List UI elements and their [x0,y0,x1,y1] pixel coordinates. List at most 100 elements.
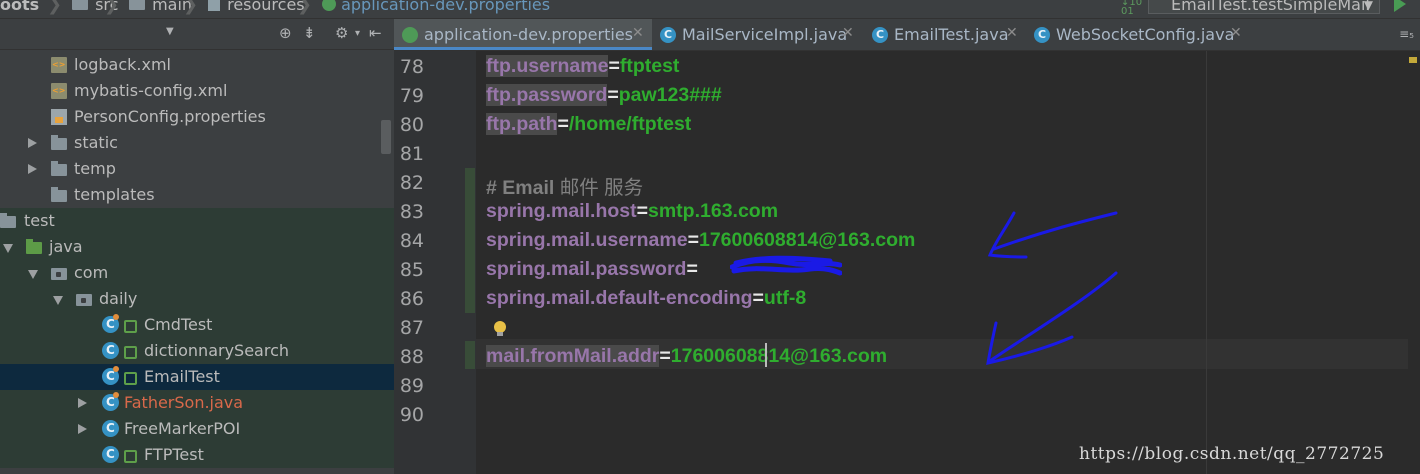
editor-tabs: application-dev.properties ✕ MailService… [394,19,1420,51]
expand-arrow-icon[interactable] [28,164,37,174]
breadcrumb-item[interactable]: oots [0,0,39,15]
text-caret [765,343,767,367]
chevron-right-icon: ❯ [297,0,313,15]
expand-arrow-icon[interactable] [28,138,37,148]
tree-item-label: com [74,263,109,282]
tree-item-label: test [24,211,55,230]
line-number: 83 [399,201,424,223]
code-line: mail.fromMail.addr=17600608814@163.com [486,345,887,368]
tab-application-dev-properties[interactable]: application-dev.properties ✕ [394,19,652,50]
property-value: ftptest [619,55,680,77]
source-folder-icon [26,239,42,254]
expand-arrow-icon[interactable] [78,424,87,434]
gear-icon[interactable]: ⚙ [335,24,348,42]
tree-item-label: PersonConfig.properties [74,107,266,126]
xml-file-icon [51,57,67,73]
tree-item[interactable]: FatherSon.java [0,390,394,416]
equals-sign: = [557,113,569,135]
tree-item-label: FreeMarkerPOI [124,419,241,438]
folder-icon [51,161,67,176]
breadcrumb-item[interactable]: ❯ application-dev.properties [297,0,550,15]
tree-item-label: temp [74,159,116,178]
tree-item[interactable]: logback.xml [0,52,394,78]
tree-item[interactable]: mybatis-config.xml [0,78,394,104]
run-icon[interactable] [1394,0,1406,12]
sort-icon[interactable]: ↓10 01 [1121,0,1142,17]
test-marker-icon [124,372,137,385]
tab-emailtest[interactable]: EmailTest.java ✕ [864,19,1026,50]
xml-file-icon [51,83,67,99]
tree-item[interactable]: com [0,260,394,286]
gear-dropdown-icon[interactable]: ▾ [355,28,360,39]
breadcrumb-item[interactable]: ❯ resources [183,0,305,15]
equals-sign: = [687,229,699,251]
hide-panel-icon[interactable]: ⇤ [369,24,382,42]
chevron-right-icon: ❯ [104,0,120,15]
warning-marker[interactable] [1409,57,1417,63]
spring-leaf-icon [402,27,418,43]
test-marker-icon [124,320,137,333]
tab-label: application-dev.properties [424,25,633,44]
close-icon[interactable]: ✕ [632,25,644,41]
expand-arrow-icon[interactable] [78,398,87,408]
equals-sign: = [607,84,619,106]
line-number: 82 [399,172,424,194]
comment: # Email [486,177,555,199]
breadcrumb-label: resources [227,0,305,14]
code-line: spring.mail.host=smtp.163.com [486,200,778,223]
tab-websocketconfig[interactable]: WebSocketConfig.java ✕ [1026,19,1246,50]
error-stripe [1408,51,1420,474]
tree-item[interactable]: templates [0,182,394,208]
code-line: # Email 邮件 服务 [486,171,643,200]
equals-sign: = [659,345,671,367]
tree-item[interactable]: CmdTest [0,312,394,338]
line-number: 78 [399,56,424,78]
code-line: spring.mail.default-encoding=utf-8 [486,287,806,310]
tree-item[interactable]: test [0,208,394,234]
property-key: mail.fromMail.addr [486,345,660,367]
property-key: spring.mail.password [486,258,687,280]
tab-mailserviceimpl[interactable]: MailServiceImpl.java ✕ [652,19,864,50]
collapse-arrow-icon[interactable] [3,244,13,253]
property-key: spring.mail.host [486,200,637,222]
tree-item[interactable]: FTPTest [0,442,394,468]
tree-item-label: EmailTest [144,367,220,386]
line-number: 79 [399,85,424,107]
lightbulb-icon[interactable] [494,321,506,336]
redaction-scribble [730,255,842,276]
tab-list-icon[interactable]: ≡₅ [1399,27,1414,41]
run-configuration-label: EmailTest.testSimpleMail [1171,0,1370,14]
collapse-arrow-icon[interactable] [53,296,63,305]
tree-item-label: logback.xml [74,55,171,74]
tree-item[interactable]: dictionnarySearch [0,338,394,364]
tab-label: WebSocketConfig.java [1056,25,1235,44]
tree-item-selected[interactable]: EmailTest [0,364,394,390]
code-line: ftp.username=ftptest [486,55,679,78]
collapse-arrow-icon[interactable] [28,270,38,279]
tree-item[interactable]: daily [0,286,394,312]
navigation-bar: oots ❯ src ❯ main ❯ resources ❯ application-… [0,0,1420,19]
chevron-down-icon[interactable]: ▼ [166,26,174,37]
comment-text: 邮件 服务 [559,177,644,199]
line-number: 80 [399,114,424,136]
close-icon[interactable]: ✕ [1230,25,1242,41]
property-value: paw123### [618,84,722,106]
close-icon[interactable]: ✕ [842,25,854,41]
tree-item[interactable]: FreeMarkerPOI [0,416,394,442]
tree-item[interactable]: static [0,130,394,156]
vcs-change-marker [465,341,475,369]
run-configuration-select[interactable]: EmailTest.testSimpleMail ▼ [1148,0,1380,14]
tree-item[interactable]: java [0,234,394,260]
tree-item[interactable]: temp [0,156,394,182]
close-icon[interactable]: ✕ [1006,25,1018,41]
code-editor[interactable]: 78 79 80 81 82 83 84 85 86 87 88 89 90 f… [394,51,1420,474]
tree-item-label: java [49,237,83,256]
breadcrumb-item[interactable]: ❯ main [104,0,192,15]
line-number: 84 [399,230,424,252]
tab-label: MailServiceImpl.java [682,25,848,44]
tree-item[interactable]: PersonConfig.properties [0,104,394,130]
crosshair-icon[interactable]: ⊕ [279,24,292,42]
code-line: spring.mail.username=17600608814@163.com [486,229,915,252]
class-icon [660,27,676,43]
collapse-all-icon[interactable]: ⇟ [303,24,316,42]
